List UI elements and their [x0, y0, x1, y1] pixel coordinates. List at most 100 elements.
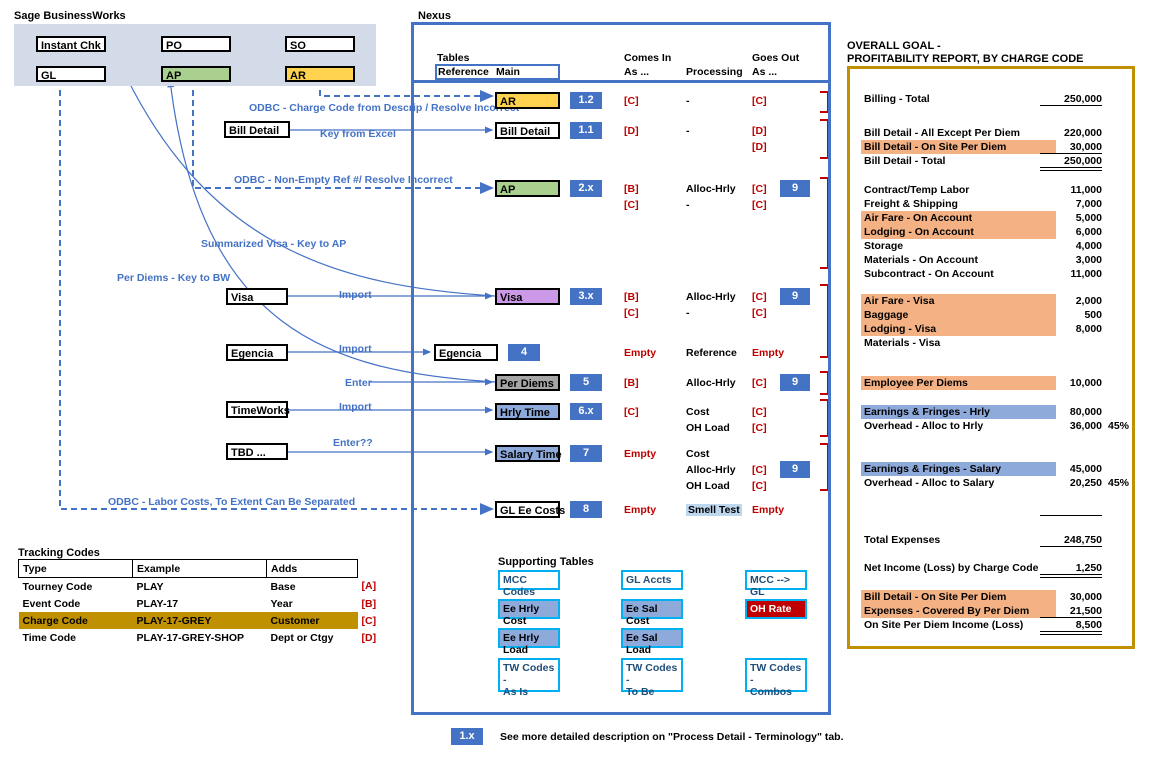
nexus-step-badge-per-diems[interactable]: 5 [570, 374, 602, 391]
nexus-header-tables: Tables [437, 52, 470, 64]
tracking-col-header-type: Type [18, 559, 133, 578]
report-label-employee-per-diems: Employee Per Diems [861, 376, 1056, 390]
nexus-node-ar[interactable]: AR [495, 92, 560, 109]
tracking-row: Event Code PLAY-17 Year [B] [19, 595, 381, 612]
report-value-subcontract-on-account: 11,000 [1070, 268, 1102, 280]
source-node-timeworks[interactable]: TimeWorks [226, 401, 290, 418]
supporting-table-ee-hrly-load[interactable]: Ee Hrly Load [498, 628, 560, 656]
supporting-table-mcc-gl[interactable]: MCC --> GL [745, 570, 807, 598]
source-node-visa[interactable]: Visa [226, 288, 288, 305]
nexus-step-badge-ar[interactable]: 1.2 [570, 92, 602, 109]
report-label-contract-temp-labor: Contract/Temp Labor [864, 184, 970, 196]
supporting-tables-title: Supporting Tables [498, 556, 594, 568]
tracking-cell-adds: Year [270, 597, 293, 610]
nexus-node-ap[interactable]: AP [495, 180, 560, 197]
nexus-processing-ar-0: - [686, 95, 690, 107]
nexus-node-hrly-time[interactable]: Hrly Time [495, 403, 560, 420]
nexus-node-gl-ee-costs[interactable]: GL Ee Costs [495, 501, 565, 518]
nexus-alloc-badge-visa[interactable]: 9 [780, 288, 810, 305]
sage-node-ap[interactable]: AP [161, 66, 231, 82]
tracking-tag-header [358, 560, 381, 578]
supporting-table-gl-accts[interactable]: GL Accts [621, 570, 683, 590]
tracking-cell-adds: Customer [266, 612, 358, 629]
supporting-table-ee-sal-load[interactable]: Ee Sal Load [621, 628, 683, 656]
report-value-air-fare-on-account: 5,000 [1075, 212, 1102, 224]
nexus-header-main: Main [496, 66, 520, 78]
nexus-node-salary-time[interactable]: Salary Time [495, 445, 562, 462]
report-value-air-fare-visa: 2,000 [1075, 295, 1102, 307]
nexus-step-badge-salary-time[interactable]: 7 [570, 445, 602, 462]
nexus-node-egencia[interactable]: Egencia [434, 344, 498, 361]
nexus-comes_in-visa-0: [B] [624, 291, 639, 303]
report-value-earnings-fringes-hrly: 80,000 [1069, 406, 1102, 418]
tracking-row: Time Code PLAY-17-GREY-SHOP Dept or Ctgy [D… [19, 629, 381, 646]
supporting-table-oh-rate[interactable]: OH Rate [745, 599, 807, 619]
report-value-total-expenses: 248,750 [1064, 534, 1102, 546]
nexus-header-goes-out-as: As ... [752, 66, 778, 78]
report-value-freight-shipping: 7,000 [1075, 198, 1102, 210]
supporting-table-ee-sal-cost[interactable]: Ee Sal Cost [621, 599, 683, 627]
report-value-bill-detail-all-except-per-diem: 220,000 [1064, 127, 1102, 139]
source-node-egencia[interactable]: Egencia [226, 344, 288, 361]
nexus-header-reference: Reference [438, 66, 489, 78]
nexus-step-badge-gl-ee-costs[interactable]: 8 [570, 501, 602, 518]
nexus-step-badge-bill-detail[interactable]: 1.1 [570, 122, 602, 139]
supporting-table-tw-codes-to-be[interactable]: TW Codes - To Be [621, 658, 683, 698]
nexus-processing-per-diems-0: Alloc-Hrly [686, 377, 736, 389]
supporting-table-ee-hrly-cost[interactable]: Ee Hrly Cost [498, 599, 560, 627]
nexus-processing-visa-1: - [686, 307, 690, 319]
report-label-materials-visa: Materials - Visa [864, 337, 941, 349]
nexus-goes_out-gl-ee-costs-0: Empty [752, 504, 785, 516]
supporting-table-tw-codes-as-is[interactable]: TW Codes - As Is [498, 658, 560, 698]
nexus-step-badge-egencia[interactable]: 4 [508, 344, 540, 361]
tracking-cell-tag: [C] [361, 614, 377, 627]
connector-label-key-from-excel: Key from Excel [320, 128, 396, 140]
sage-node-so[interactable]: SO [285, 36, 355, 52]
connector-label-import: Import [339, 401, 372, 413]
report-value-overhead-alloc-to-salary: 20,250 [1069, 477, 1102, 489]
report-pct-overhead-alloc-to-hrly: 45% [1108, 420, 1130, 432]
nexus-processing-hrly-time-0: Cost [686, 406, 710, 418]
report-label-net-income-loss-by-charge-code: Net Income (Loss) by Charge Code [864, 562, 1039, 574]
report-value-on-site-per-diem-income-loss: 8,500 [1075, 619, 1102, 631]
nexus-goes_out-per-diems-0: [C] [752, 377, 767, 389]
tracking-cell-example: PLAY-17-GREY [132, 612, 267, 629]
report-value-materials-on-account: 3,000 [1075, 254, 1102, 266]
report-value-baggage: 500 [1084, 309, 1102, 321]
sage-node-instant-chk[interactable]: Instant Chk [36, 36, 106, 52]
nexus-node-bill-detail[interactable]: Bill Detail [495, 122, 560, 139]
nexus-node-per-diems[interactable]: Per Diems [495, 374, 560, 391]
tracking-cell-tag: [D] [361, 631, 377, 644]
nexus-alloc-badge-salary-time[interactable]: 9 [780, 461, 810, 478]
sage-node-ar[interactable]: AR [285, 66, 355, 82]
report-label-overhead-alloc-to-hrly: Overhead - Alloc to Hrly [864, 420, 984, 432]
nexus-header-goes-out: Goes Out [752, 52, 800, 64]
report-title-line2: PROFITABILITY REPORT, BY CHARGE CODE [847, 53, 1084, 65]
tracking-cell-adds: Base [270, 580, 296, 593]
report-value-contract-temp-labor: 11,000 [1070, 184, 1102, 196]
nexus-goes_out-bill-detail-0: [D] [752, 125, 767, 137]
tracking-cell-type: Event Code [22, 597, 81, 610]
nexus-node-visa[interactable]: Visa [495, 288, 560, 305]
report-value-employee-per-diems: 10,000 [1069, 377, 1102, 389]
footer-badge: 1.x [451, 728, 483, 745]
tracking-col-header-example: Example [132, 559, 267, 578]
nexus-step-badge-hrly-time[interactable]: 6.x [570, 403, 602, 420]
connector-label-import: Import [339, 289, 372, 301]
supporting-table-mcc-codes[interactable]: MCC Codes [498, 570, 560, 598]
nexus-step-badge-visa[interactable]: 3.x [570, 288, 602, 305]
sage-node-po[interactable]: PO [161, 36, 231, 52]
report-value-bill-detail-on-site-per-diem: 30,000 [1069, 591, 1102, 603]
nexus-step-badge-ap[interactable]: 2.x [570, 180, 602, 197]
connector-label-summarized-visa-key-to-ap: Summarized Visa - Key to AP [201, 238, 347, 250]
report-label-freight-shipping: Freight & Shipping [864, 198, 958, 210]
source-node-tbd[interactable]: TBD ... [226, 443, 288, 460]
supporting-table-tw-codes-combos[interactable]: TW Codes - Combos [745, 658, 807, 698]
nexus-alloc-badge-ap[interactable]: 9 [780, 180, 810, 197]
source-node-bill-detail[interactable]: Bill Detail [224, 121, 290, 138]
tracking-cell-type: Time Code [22, 631, 76, 644]
nexus-goes_out-salary-time-2: [C] [752, 480, 767, 492]
nexus-processing-egencia-0: Reference [686, 347, 737, 359]
sage-node-gl[interactable]: GL [36, 66, 106, 82]
nexus-alloc-badge-per-diems[interactable]: 9 [780, 374, 810, 391]
